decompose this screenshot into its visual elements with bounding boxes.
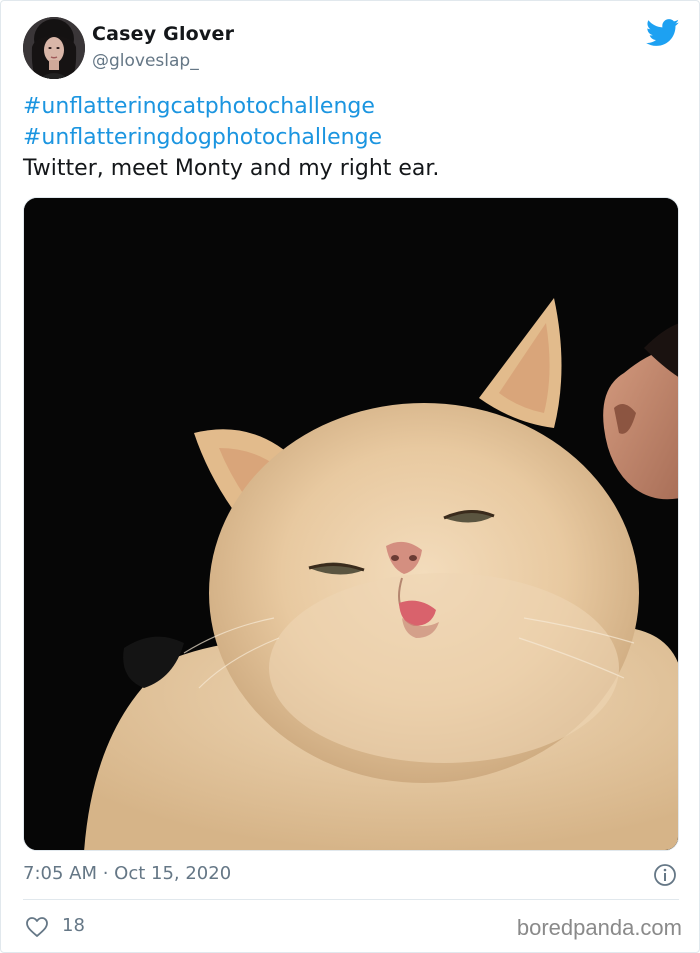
heart-icon[interactable] xyxy=(25,916,49,938)
info-icon[interactable] xyxy=(653,863,677,887)
tweet-text: #unflatteringcatphotochallenge #unflatte… xyxy=(23,91,673,184)
tweet-card: Casey Glover @gloveslap_ #unflatteringca… xyxy=(0,0,700,953)
user-handle[interactable]: @gloveslap_ xyxy=(92,51,199,71)
watermark-text: boredpanda.com xyxy=(516,915,682,940)
divider xyxy=(23,899,679,900)
hashtag-link[interactable]: #unflatteringdogphotochallenge xyxy=(23,122,673,153)
avatar[interactable] xyxy=(23,17,85,79)
hashtag-link[interactable]: #unflatteringcatphotochallenge xyxy=(23,91,673,122)
like-count: 18 xyxy=(62,915,85,936)
tweet-body: Twitter, meet Monty and my right ear. xyxy=(23,156,440,181)
twitter-bird-icon[interactable] xyxy=(645,19,680,47)
display-name[interactable]: Casey Glover xyxy=(92,23,234,45)
tweet-timestamp[interactable]: 7:05 AM · Oct 15, 2020 xyxy=(23,863,231,884)
user-avatar-photo-icon xyxy=(23,17,85,79)
cat-photo-icon xyxy=(24,198,678,850)
tweet-photo[interactable] xyxy=(23,197,679,851)
